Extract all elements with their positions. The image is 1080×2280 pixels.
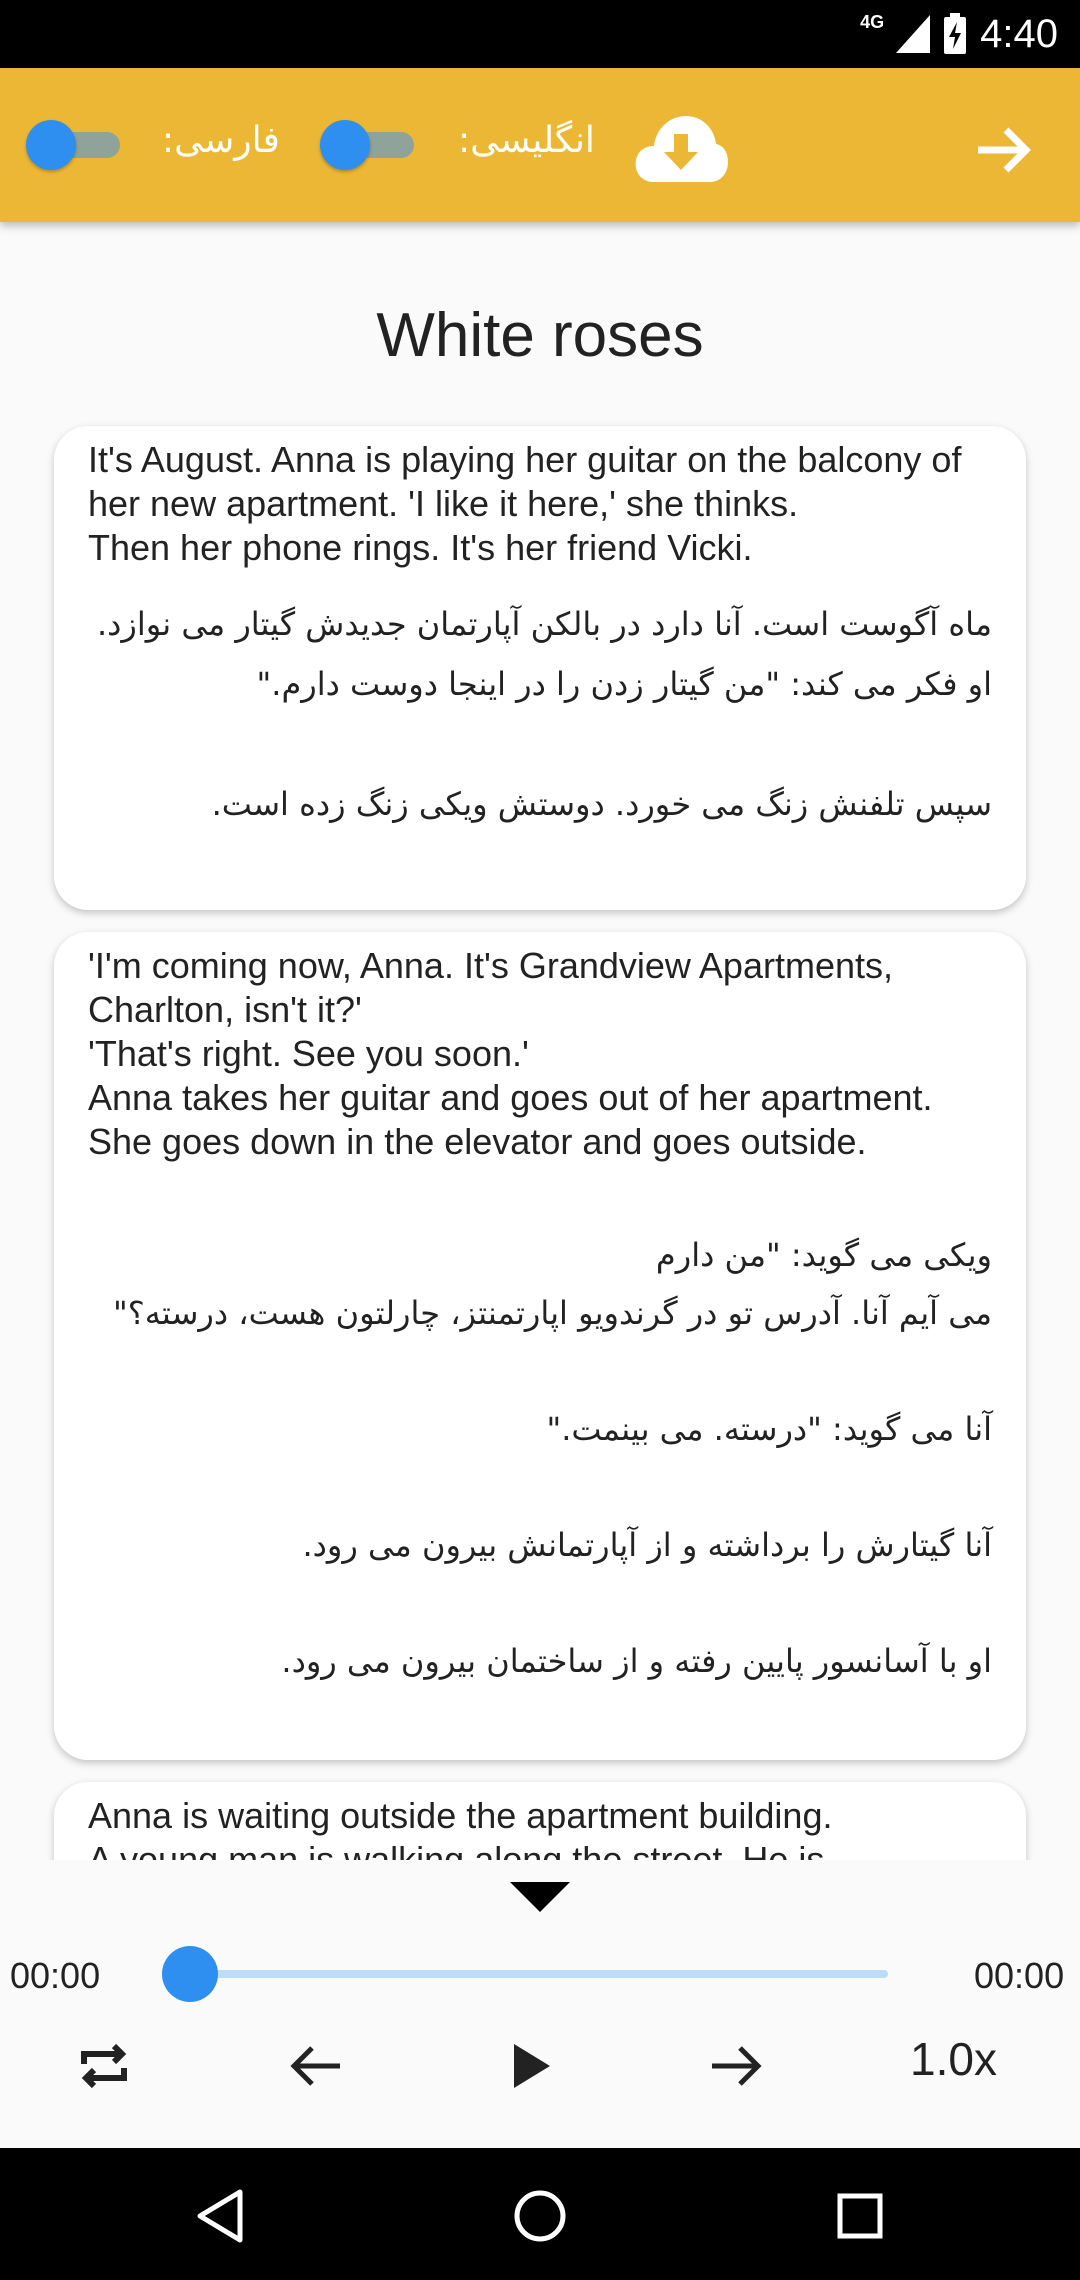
progress-track[interactable] [190, 1970, 888, 1978]
english-label: انگلیسی: [458, 120, 595, 161]
cloud-download-icon[interactable] [634, 110, 728, 184]
app-bar: فارسی: انگلیسی: [0, 68, 1080, 222]
clock: 4:40 [980, 11, 1058, 56]
next-icon[interactable] [700, 2030, 772, 2102]
status-bar: 4G 4:40 [0, 0, 1080, 68]
total-time: 00:00 [974, 1955, 1065, 1996]
farsi-text: ماه آگوست است. آنا دارد در بالکن آپارتما… [96, 605, 992, 823]
battery-charging-icon [944, 13, 967, 54]
chevron-down-icon[interactable] [508, 1878, 572, 1918]
english-toggle[interactable] [320, 120, 420, 170]
farsi-toggle[interactable] [26, 120, 126, 170]
farsi-label: فارسی: [162, 120, 280, 161]
paragraph-card[interactable]: It's August. Anna is playing her guitar … [54, 426, 1026, 910]
farsi-text: ویکی می گوید: "من دارم می آیم آنا. آدرس … [113, 1236, 992, 1680]
playback-speed[interactable]: 1.0x [910, 2032, 997, 2086]
previous-icon[interactable] [280, 2030, 352, 2102]
recents-icon[interactable] [828, 2184, 892, 2248]
status-icons: 4G 4:40 [860, 8, 1058, 60]
progress-thumb[interactable] [162, 1946, 218, 2002]
repeat-icon[interactable] [68, 2030, 140, 2102]
signal-icon [896, 15, 931, 53]
play-icon[interactable] [494, 2030, 566, 2102]
current-time: 00:00 [10, 1955, 101, 1996]
arrow-forward-icon[interactable] [968, 114, 1040, 186]
english-text: 'I'm coming now, Anna. It's Grandview Ap… [88, 945, 933, 1162]
navigation-bar [0, 2148, 1080, 2280]
paragraph-card[interactable]: 'I'm coming now, Anna. It's Grandview Ap… [54, 932, 1026, 1760]
story-title: White roses [376, 301, 704, 370]
english-text: It's August. Anna is playing her guitar … [88, 439, 962, 568]
network-type: 4G [860, 11, 885, 32]
back-icon[interactable] [188, 2184, 252, 2248]
home-icon[interactable] [508, 2184, 572, 2248]
